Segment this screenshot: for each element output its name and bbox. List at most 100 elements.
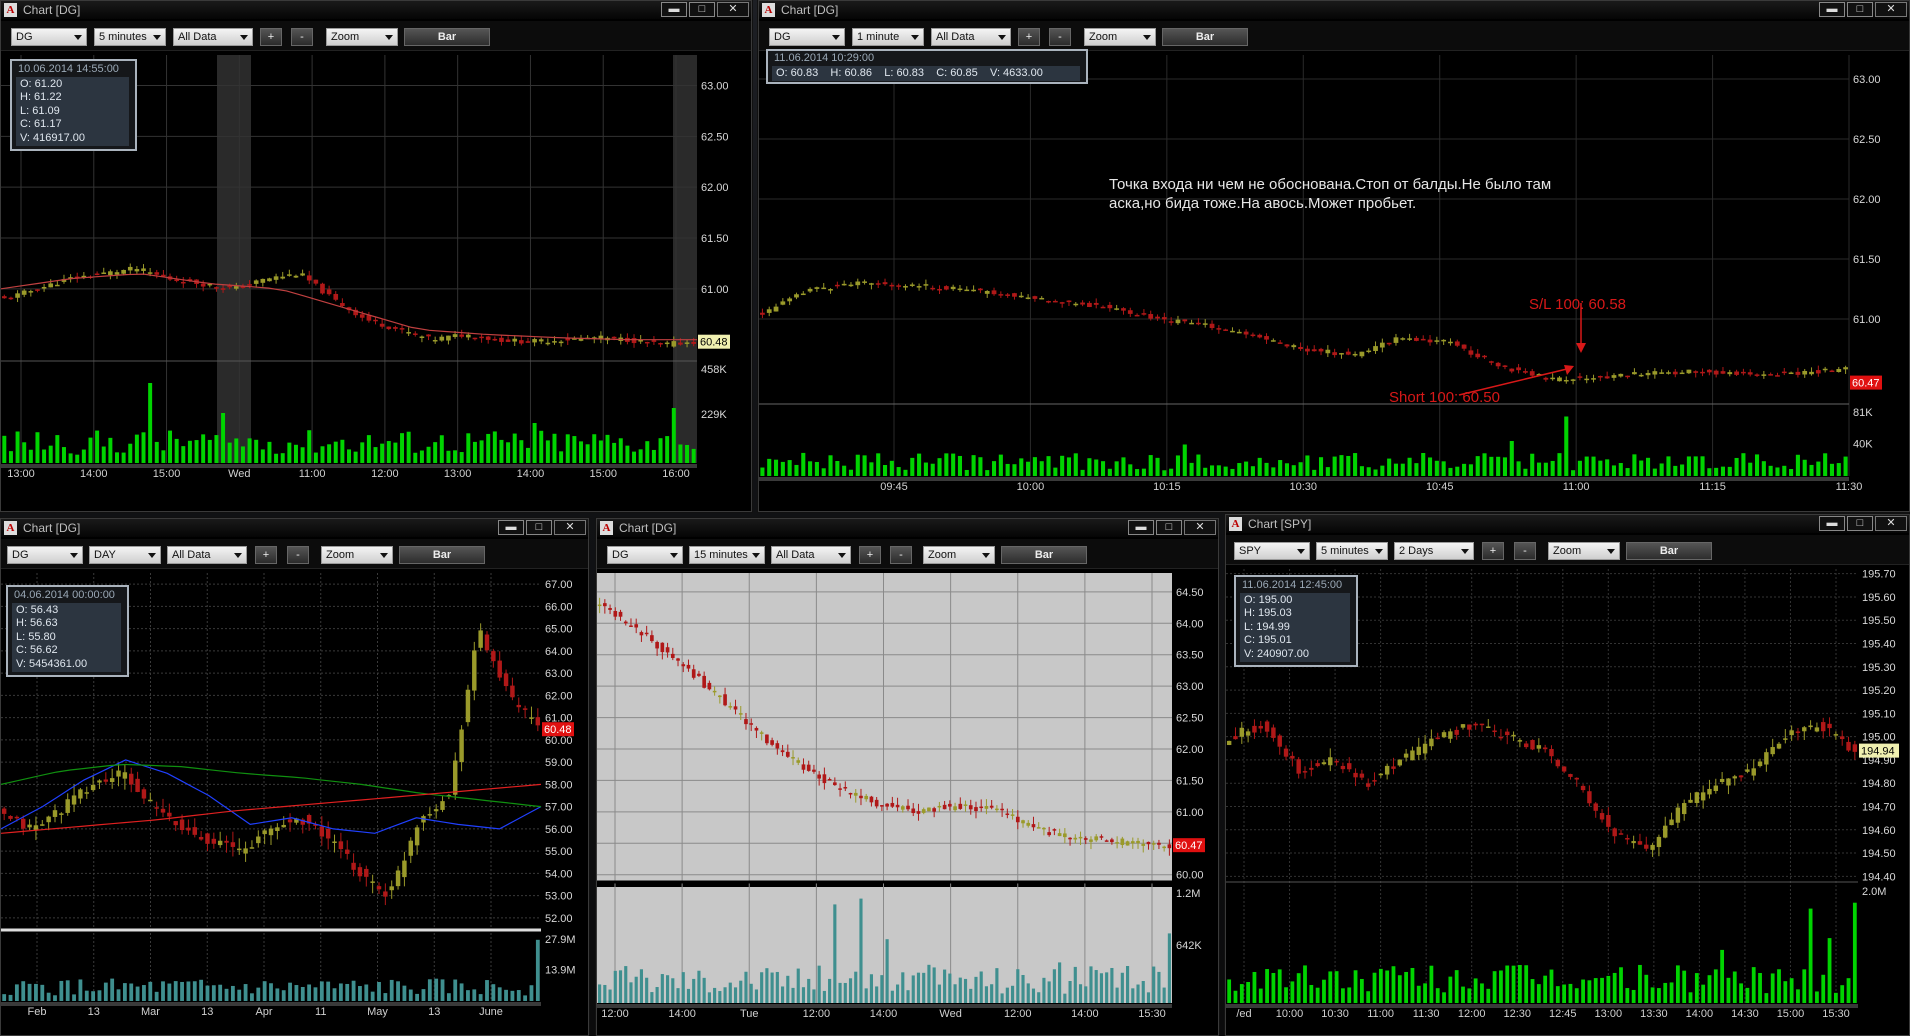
chart-style-button[interactable]: Bar xyxy=(404,28,490,46)
interval-select[interactable]: DAY xyxy=(89,546,161,564)
candle-body xyxy=(1243,331,1249,335)
zoom-in-button[interactable]: + xyxy=(255,546,277,564)
volume-bar xyxy=(366,435,371,463)
window-titlebar[interactable]: A Chart [DG] ▬ □ ✕ xyxy=(759,1,1909,19)
window-titlebar[interactable]: A Chart [DG] ▬ □ ✕ xyxy=(1,1,751,19)
candle-body xyxy=(109,778,115,782)
minimize-button[interactable]: ▬ xyxy=(1128,520,1154,535)
price-axis-label: 61.00 xyxy=(1176,807,1204,819)
maximize-button[interactable]: □ xyxy=(1847,2,1873,17)
price-volume-plot[interactable]: 09:45 10:00 10:15 10:30 10:45 11:00 11:15 11:30… xyxy=(759,53,1909,511)
volume-bar xyxy=(1182,444,1187,476)
zoom-out-button[interactable]: - xyxy=(1514,542,1536,560)
chart-style-button[interactable]: Bar xyxy=(399,546,485,564)
volume-bar xyxy=(287,442,292,463)
range-select[interactable]: All Data xyxy=(771,546,851,564)
zoom-in-button[interactable]: + xyxy=(1482,542,1504,560)
volume-bar xyxy=(1644,974,1649,1003)
candle-body xyxy=(1373,346,1378,352)
candle-body xyxy=(833,782,837,786)
symbol-select[interactable]: DG xyxy=(769,28,845,46)
volume-bar xyxy=(678,444,683,463)
zoom-out-button[interactable]: - xyxy=(291,28,313,46)
volume-bar xyxy=(1557,453,1562,476)
volume-bar xyxy=(1052,969,1056,1003)
chart-style-button[interactable]: Bar xyxy=(1001,546,1087,564)
minimize-button[interactable]: ▬ xyxy=(1819,516,1845,531)
volume-bar xyxy=(453,450,458,463)
candle-body xyxy=(217,840,223,846)
range-select[interactable]: All Data xyxy=(167,546,247,564)
symbol-select[interactable]: DG xyxy=(7,546,83,564)
maximize-button[interactable]: □ xyxy=(526,520,552,535)
chart-style-button[interactable]: Bar xyxy=(1626,542,1712,560)
close-button[interactable]: ✕ xyxy=(717,2,749,17)
range-select[interactable]: All Data xyxy=(931,28,1011,46)
zoom-select[interactable]: Zoom xyxy=(1548,542,1620,560)
minimize-button[interactable]: ▬ xyxy=(661,2,687,17)
close-button[interactable]: ✕ xyxy=(1875,2,1907,17)
candle-body xyxy=(1827,723,1832,729)
candle-body xyxy=(273,276,279,280)
close-button[interactable]: ✕ xyxy=(1875,516,1907,531)
volume-bar xyxy=(665,436,670,463)
interval-select[interactable]: 5 minutes xyxy=(1316,542,1388,560)
chart-window-dg-15min[interactable]: A Chart [DG] ▬ □ ✕ DG 15 minutes All Dat… xyxy=(596,518,1219,1036)
zoom-select[interactable]: Zoom xyxy=(923,546,995,564)
minimize-button[interactable]: ▬ xyxy=(498,520,524,535)
interval-select[interactable]: 5 minutes xyxy=(94,28,166,46)
candle-body xyxy=(1141,843,1146,846)
candle-body xyxy=(313,279,319,284)
maximize-button[interactable]: □ xyxy=(689,2,715,17)
window-titlebar[interactable]: A Chart [DG] ▬ □ ✕ xyxy=(597,519,1218,537)
close-button[interactable]: ✕ xyxy=(554,520,586,535)
time-axis-label: 13:30 xyxy=(1640,1008,1668,1020)
zoom-select[interactable]: Zoom xyxy=(321,546,393,564)
chart-window-dg-day[interactable]: A Chart [DG] ▬ □ ✕ DG DAY All Data + - Z… xyxy=(0,518,589,1036)
volume-bar xyxy=(240,446,245,463)
zoom-out-button[interactable]: - xyxy=(890,546,912,564)
candle-body xyxy=(611,336,617,339)
volume-bar xyxy=(896,984,900,1003)
price-axis-label: 60.00 xyxy=(545,735,573,747)
maximize-button[interactable]: □ xyxy=(1847,516,1873,531)
chart-window-dg-5min[interactable]: A Chart [DG] ▬ □ ✕ DG 5 minutes All Data… xyxy=(0,0,752,512)
candle-body xyxy=(655,642,659,649)
minimize-button[interactable]: ▬ xyxy=(1819,2,1845,17)
zoom-select[interactable]: Zoom xyxy=(1084,28,1156,46)
window-titlebar[interactable]: A Chart [DG] ▬ □ ✕ xyxy=(1,519,588,537)
candle-body xyxy=(1846,741,1851,751)
range-select[interactable]: 2 Days xyxy=(1394,542,1474,560)
volume-bar xyxy=(529,985,534,1001)
close-button[interactable]: ✕ xyxy=(1184,520,1216,535)
zoom-out-button[interactable]: - xyxy=(287,546,309,564)
candle-body xyxy=(484,634,490,651)
price-volume-plot[interactable]: 12:00 14:00 Tue 12:00 14:00 Wed 12:00 14:00 15:3… xyxy=(597,571,1218,1035)
zoom-in-button[interactable]: + xyxy=(1018,28,1040,46)
chart-window-spy-5min[interactable]: A Chart [SPY] ▬ □ ✕ SPY 5 minutes 2 Days… xyxy=(1225,514,1910,1036)
range-select[interactable]: All Data xyxy=(173,28,253,46)
short-entry-label: Short 100: 60.50 xyxy=(1389,389,1500,406)
volume-bar xyxy=(294,985,299,1001)
interval-select[interactable]: 1 minute xyxy=(852,28,924,46)
chart-window-dg-1min[interactable]: A Chart [DG] ▬ □ ✕ DG 1 minute All Data … xyxy=(758,0,1910,512)
symbol-select[interactable]: DG xyxy=(11,28,87,46)
interval-select[interactable]: 15 minutes xyxy=(689,546,765,564)
zoom-in-button[interactable]: + xyxy=(260,28,282,46)
chart-toolbar: SPY 5 minutes 2 Days + - Zoom Bar xyxy=(1226,535,1909,565)
symbol-select[interactable]: SPY xyxy=(1234,542,1310,560)
window-titlebar[interactable]: A Chart [SPY] ▬ □ ✕ xyxy=(1226,515,1909,533)
symbol-select[interactable]: DG xyxy=(607,546,683,564)
candle-body xyxy=(1318,348,1324,352)
candle-body xyxy=(529,717,534,719)
time-axis-label: 10:30 xyxy=(1321,1008,1349,1020)
volume-bar xyxy=(1467,988,1472,1003)
maximize-button[interactable]: □ xyxy=(1156,520,1182,535)
candle-body xyxy=(765,734,769,744)
chart-style-button[interactable]: Bar xyxy=(1162,28,1248,46)
zoom-in-button[interactable]: + xyxy=(859,546,881,564)
zoom-select[interactable]: Zoom xyxy=(326,28,398,46)
volume-bar xyxy=(288,982,292,1001)
volume-bar xyxy=(1068,980,1072,1003)
zoom-out-button[interactable]: - xyxy=(1049,28,1071,46)
